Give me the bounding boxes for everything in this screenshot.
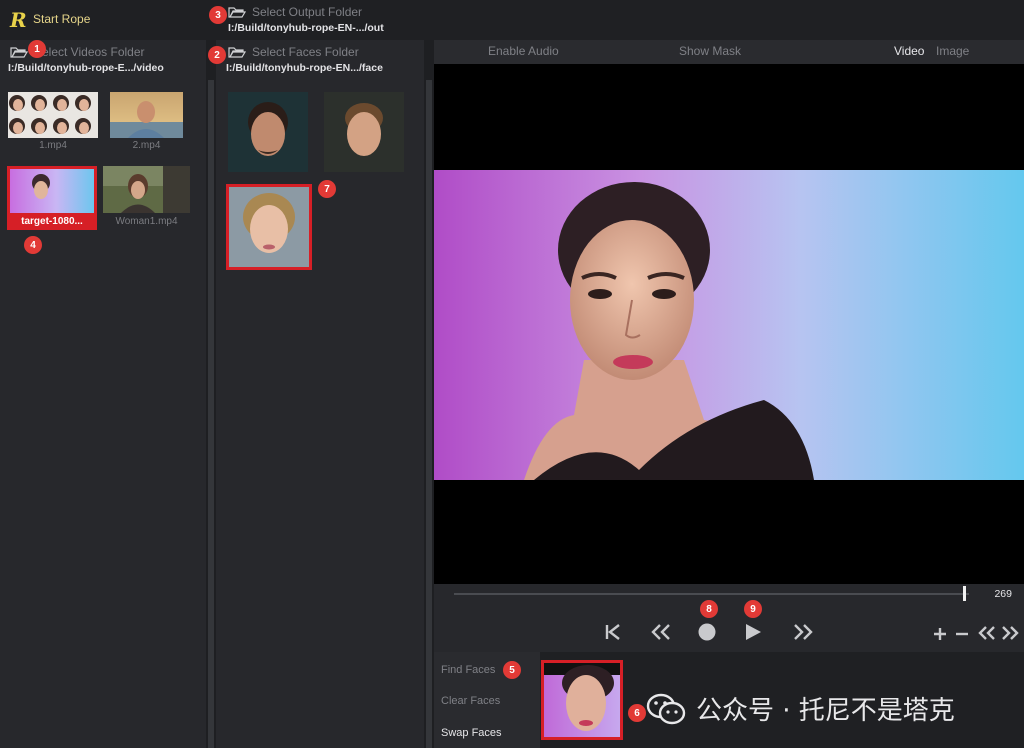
male-face-dark-hair — [248, 102, 288, 156]
frame-number: 269 — [994, 588, 1012, 600]
zoom-in-icon[interactable] — [933, 627, 947, 641]
video-label-1: 1.mp4 — [39, 140, 67, 151]
start-rope-button[interactable]: Start Rope — [33, 12, 90, 26]
videos-panel-scrollbar[interactable] — [206, 40, 216, 748]
detected-face-image — [544, 663, 620, 731]
step-back-icon[interactable] — [978, 626, 996, 640]
timeline-track[interactable] — [454, 593, 969, 595]
marker-4: 4 — [24, 236, 42, 254]
video-label-4: Woman1.mp4 — [115, 216, 178, 227]
timeline-slider[interactable]: 269 — [434, 584, 1024, 608]
marker-7: 7 — [318, 180, 336, 198]
face-thumb-3[interactable] — [226, 184, 312, 270]
show-mask-toggle[interactable]: Show Mask — [679, 44, 741, 58]
preview-panel: Enable Audio Show Mask Video Image 269 8… — [434, 40, 1024, 748]
marker-8: 8 — [700, 600, 718, 618]
face-actions: Find Faces Clear Faces Swap Faces 5 — [434, 652, 540, 748]
output-folder-path: I:/Build/tonyhub-rope-EN-.../out — [228, 22, 384, 34]
faces-folder-selector[interactable]: Select Faces Folder I:/Build/tonyhub-rop… — [226, 45, 383, 74]
faces-panel: Select Faces Folder I:/Build/tonyhub-rop… — [208, 40, 424, 748]
video-frame — [434, 170, 1024, 480]
find-faces-button[interactable]: Find Faces — [441, 664, 495, 676]
tab-video[interactable]: Video — [894, 44, 924, 58]
video-thumb-1[interactable] — [8, 92, 98, 138]
folder-open-icon — [228, 47, 246, 58]
preview-toolbar: Enable Audio Show Mask Video Image — [434, 40, 1024, 64]
output-folder-label: Select Output Folder — [252, 5, 363, 19]
faces-panel-scrollbar[interactable] — [424, 40, 434, 748]
play-icon[interactable] — [744, 623, 762, 641]
videos-folder-label: Select Videos Folder — [34, 45, 145, 59]
face-grid-thumbnail — [9, 95, 91, 134]
marker-6: 6 — [628, 704, 646, 722]
rewind-icon[interactable] — [650, 624, 672, 640]
female-face-blonde — [243, 193, 295, 253]
rope-logo-icon: R — [10, 8, 27, 32]
video-thumb-2[interactable] — [110, 92, 183, 138]
marker-5: 5 — [503, 661, 521, 679]
folder-open-icon — [10, 47, 28, 58]
detected-face-thumb[interactable] — [541, 660, 623, 740]
video-canvas[interactable] — [434, 64, 1024, 584]
video-thumb-4[interactable] — [103, 166, 190, 213]
woman-outdoor-thumbnail — [103, 166, 190, 213]
tab-image[interactable]: Image — [936, 44, 969, 58]
playback-controls: 8 9 — [434, 600, 1024, 652]
record-icon[interactable] — [698, 623, 716, 641]
man-portrait-thumbnail — [110, 101, 183, 138]
top-bar: R Start Rope Select Output Folder I:/Bui… — [0, 0, 1024, 40]
folder-open-icon — [228, 7, 246, 18]
watermark-text: 公众号 · 托尼不是塔克 — [696, 696, 955, 726]
wechat-icon — [646, 693, 686, 724]
marker-9: 9 — [744, 600, 762, 618]
video-label-2: 2.mp4 — [132, 140, 161, 151]
videos-folder-path: I:/Build/tonyhub-rope-E.../video — [8, 62, 164, 74]
faces-folder-label: Select Faces Folder — [252, 45, 359, 59]
enable-audio-toggle[interactable]: Enable Audio — [488, 44, 559, 58]
woman-portrait-frame — [434, 170, 1024, 480]
marker-2: 2 — [208, 46, 226, 64]
male-face-light-hair — [345, 103, 383, 156]
fast-forward-icon[interactable] — [792, 624, 814, 640]
marker-3: 3 — [209, 6, 227, 24]
zoom-out-icon[interactable] — [955, 627, 969, 641]
output-folder-selector[interactable]: Select Output Folder I:/Build/tonyhub-ro… — [228, 5, 384, 34]
marker-1: 1 — [28, 40, 46, 58]
skip-to-start-icon[interactable] — [604, 624, 622, 640]
video-label-3: target-1080... — [7, 213, 97, 230]
timeline-handle[interactable] — [962, 586, 966, 601]
videos-panel: Select Videos Folder I:/Build/tonyhub-ro… — [0, 40, 206, 748]
clear-faces-button[interactable]: Clear Faces — [441, 695, 500, 707]
face-thumb-1[interactable] — [228, 92, 308, 172]
wechat-watermark: 公众号 · 托尼不是塔克 — [646, 690, 955, 727]
face-thumb-2[interactable] — [324, 92, 404, 172]
swap-faces-button[interactable]: Swap Faces — [441, 727, 502, 739]
step-forward-icon[interactable] — [1001, 626, 1019, 640]
faces-folder-path: I:/Build/tonyhub-rope-EN.../face — [226, 62, 383, 74]
